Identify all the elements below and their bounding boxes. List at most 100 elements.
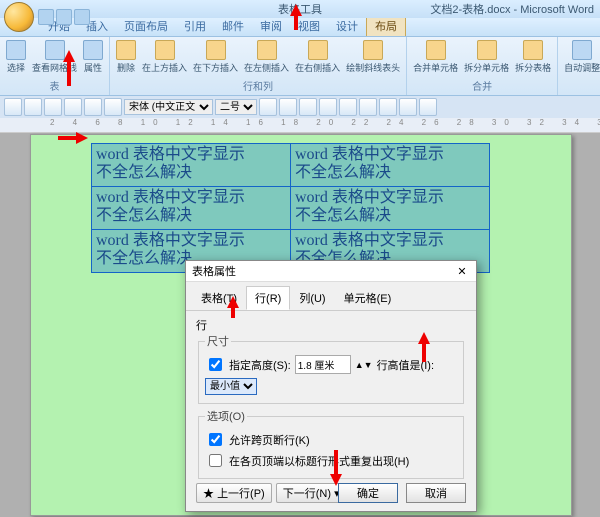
tab-references[interactable]: 引用 xyxy=(176,16,214,36)
table-cell: word 表格中文字显示不全怎么解决 xyxy=(291,144,490,187)
tab-design[interactable]: 设计 xyxy=(328,16,366,36)
annotation-arrow-icon xyxy=(418,332,430,362)
btn-split-table[interactable]: 拆分表格 xyxy=(513,39,553,75)
btn-insert-above[interactable]: 在上方插入 xyxy=(140,39,189,75)
tb-icon[interactable] xyxy=(64,98,82,116)
annotation-arrow-icon xyxy=(290,4,302,30)
tb-icon[interactable] xyxy=(379,98,397,116)
delete-icon xyxy=(116,40,136,60)
fontsize-select[interactable]: 二号 xyxy=(215,99,257,115)
btn-prev-row[interactable]: ★ 上一行(P) xyxy=(196,483,272,503)
dlg-tab-cell[interactable]: 单元格(E) xyxy=(335,286,401,310)
ok-button[interactable]: 确定 xyxy=(338,483,398,503)
btn-split-cell[interactable]: 拆分单元格 xyxy=(462,39,511,75)
btn-insert-below[interactable]: 在下方插入 xyxy=(191,39,240,75)
select-rowheight-type[interactable]: 最小值 xyxy=(205,378,257,395)
tb-icon[interactable] xyxy=(399,98,417,116)
autofit-icon xyxy=(572,40,592,60)
tb-icon[interactable] xyxy=(359,98,377,116)
tb-icon[interactable] xyxy=(44,98,62,116)
table-row: word 表格中文字显示不全怎么解决word 表格中文字显示不全怎么解决 xyxy=(92,144,490,187)
horizontal-ruler[interactable]: 2 4 6 8 10 12 14 16 18 20 22 24 26 28 30… xyxy=(0,118,600,133)
btn-diagonal[interactable]: 绘制斜线表头 xyxy=(344,39,402,75)
group-cell-size: 自动调整 高度:分布行 宽度:分布列 单元格大小 xyxy=(558,37,600,95)
lbl-specify-height: 指定高度(S): xyxy=(229,357,291,373)
legend-options: 选项(O) xyxy=(205,408,247,424)
tb-icon[interactable] xyxy=(339,98,357,116)
tab-review[interactable]: 审阅 xyxy=(252,16,290,36)
legend-size: 尺寸 xyxy=(205,333,231,349)
font-select[interactable]: 宋体 (中文正文 xyxy=(124,99,213,115)
grid-icon xyxy=(45,40,65,60)
office-button-area xyxy=(4,2,90,32)
qat-undo-icon[interactable] xyxy=(56,9,72,25)
tb-icon[interactable] xyxy=(259,98,277,116)
insert-above-icon xyxy=(155,40,175,60)
tb-icon[interactable] xyxy=(419,98,437,116)
btn-next-row[interactable]: 下一行(N) ▾ xyxy=(276,483,347,503)
group-rows-cols: 删除 在上方插入 在下方插入 在左侧插入 在右侧插入 绘制斜线表头 行和列 xyxy=(110,37,407,95)
section-label-row: 行 xyxy=(196,317,466,333)
btn-insert-right[interactable]: 在右侧插入 xyxy=(293,39,342,75)
tb-icon[interactable] xyxy=(299,98,317,116)
annotation-arrow-icon xyxy=(58,132,88,144)
table-cell: word 表格中文字显示不全怎么解决 xyxy=(92,187,291,230)
tb-icon[interactable] xyxy=(84,98,102,116)
ribbon: 选择 查看网格线 属性 表 删除 在上方插入 在下方插入 在左侧插入 在右侧插入… xyxy=(0,37,600,96)
merge-icon xyxy=(426,40,446,60)
btn-autofit[interactable]: 自动调整 xyxy=(562,39,600,75)
dialog-title: 表格属性 xyxy=(192,263,236,279)
dialog-footer: 确定 取消 xyxy=(338,483,466,503)
split-table-icon xyxy=(523,40,543,60)
office-orb[interactable] xyxy=(4,2,34,32)
insert-left-icon xyxy=(257,40,277,60)
btn-delete[interactable]: 删除 xyxy=(114,39,138,75)
chk-repeat-header[interactable] xyxy=(209,454,222,467)
tab-mailings[interactable]: 邮件 xyxy=(214,16,252,36)
qat-save-icon[interactable] xyxy=(38,9,54,25)
group-table: 选择 查看网格线 属性 表 xyxy=(0,37,110,95)
input-row-height[interactable] xyxy=(295,355,351,374)
annotation-arrow-icon xyxy=(227,296,239,318)
lbl-allow-break: 允许跨页断行(K) xyxy=(229,432,310,448)
cursor-icon xyxy=(6,40,26,60)
table-cell: word 表格中文字显示不全怎么解决 xyxy=(291,187,490,230)
tb-icon[interactable] xyxy=(104,98,122,116)
quick-access-toolbar xyxy=(38,9,90,25)
window-title: 文档2-表格.docx - Microsoft Word xyxy=(430,1,594,17)
tb-icon[interactable] xyxy=(24,98,42,116)
cancel-button[interactable]: 取消 xyxy=(406,483,466,503)
tab-layout[interactable]: 布局 xyxy=(366,15,406,36)
dialog-titlebar: 表格属性 ✕ xyxy=(186,261,476,282)
btn-insert-left[interactable]: 在左侧插入 xyxy=(242,39,291,75)
group-label-table: 表 xyxy=(4,78,105,93)
tb-icon[interactable] xyxy=(4,98,22,116)
dlg-tab-col[interactable]: 列(U) xyxy=(290,286,334,310)
btn-properties[interactable]: 属性 xyxy=(81,39,105,75)
insert-right-icon xyxy=(308,40,328,60)
tb-icon[interactable] xyxy=(319,98,337,116)
btn-merge[interactable]: 合并单元格 xyxy=(411,39,460,75)
group-label-merge: 合并 xyxy=(411,78,553,93)
table-row: word 表格中文字显示不全怎么解决word 表格中文字显示不全怎么解决 xyxy=(92,187,490,230)
table-cell: word 表格中文字显示不全怎么解决 xyxy=(92,144,291,187)
group-merge: 合并单元格 拆分单元格 拆分表格 合并 xyxy=(407,37,558,95)
chk-allow-break[interactable] xyxy=(209,433,222,446)
insert-below-icon xyxy=(206,40,226,60)
annotation-arrow-icon xyxy=(330,450,342,486)
close-icon[interactable]: ✕ xyxy=(454,263,470,279)
tab-page-layout[interactable]: 页面布局 xyxy=(116,16,176,36)
addin-toolbar: 宋体 (中文正文 二号 xyxy=(0,96,600,119)
dlg-tab-row[interactable]: 行(R) xyxy=(246,286,290,310)
group-label-rowscols: 行和列 xyxy=(114,78,402,93)
chk-specify-height[interactable] xyxy=(209,358,222,371)
diagonal-icon xyxy=(363,40,383,60)
btn-select[interactable]: 选择 xyxy=(4,39,28,75)
annotation-arrow-icon xyxy=(63,50,75,86)
tb-icon[interactable] xyxy=(279,98,297,116)
qat-redo-icon[interactable] xyxy=(74,9,90,25)
word-table[interactable]: word 表格中文字显示不全怎么解决word 表格中文字显示不全怎么解决 wor… xyxy=(91,143,490,273)
lbl-repeat-header: 在各页顶端以标题行形式重复出现(H) xyxy=(229,453,409,469)
split-cell-icon xyxy=(477,40,497,60)
properties-icon xyxy=(83,40,103,60)
